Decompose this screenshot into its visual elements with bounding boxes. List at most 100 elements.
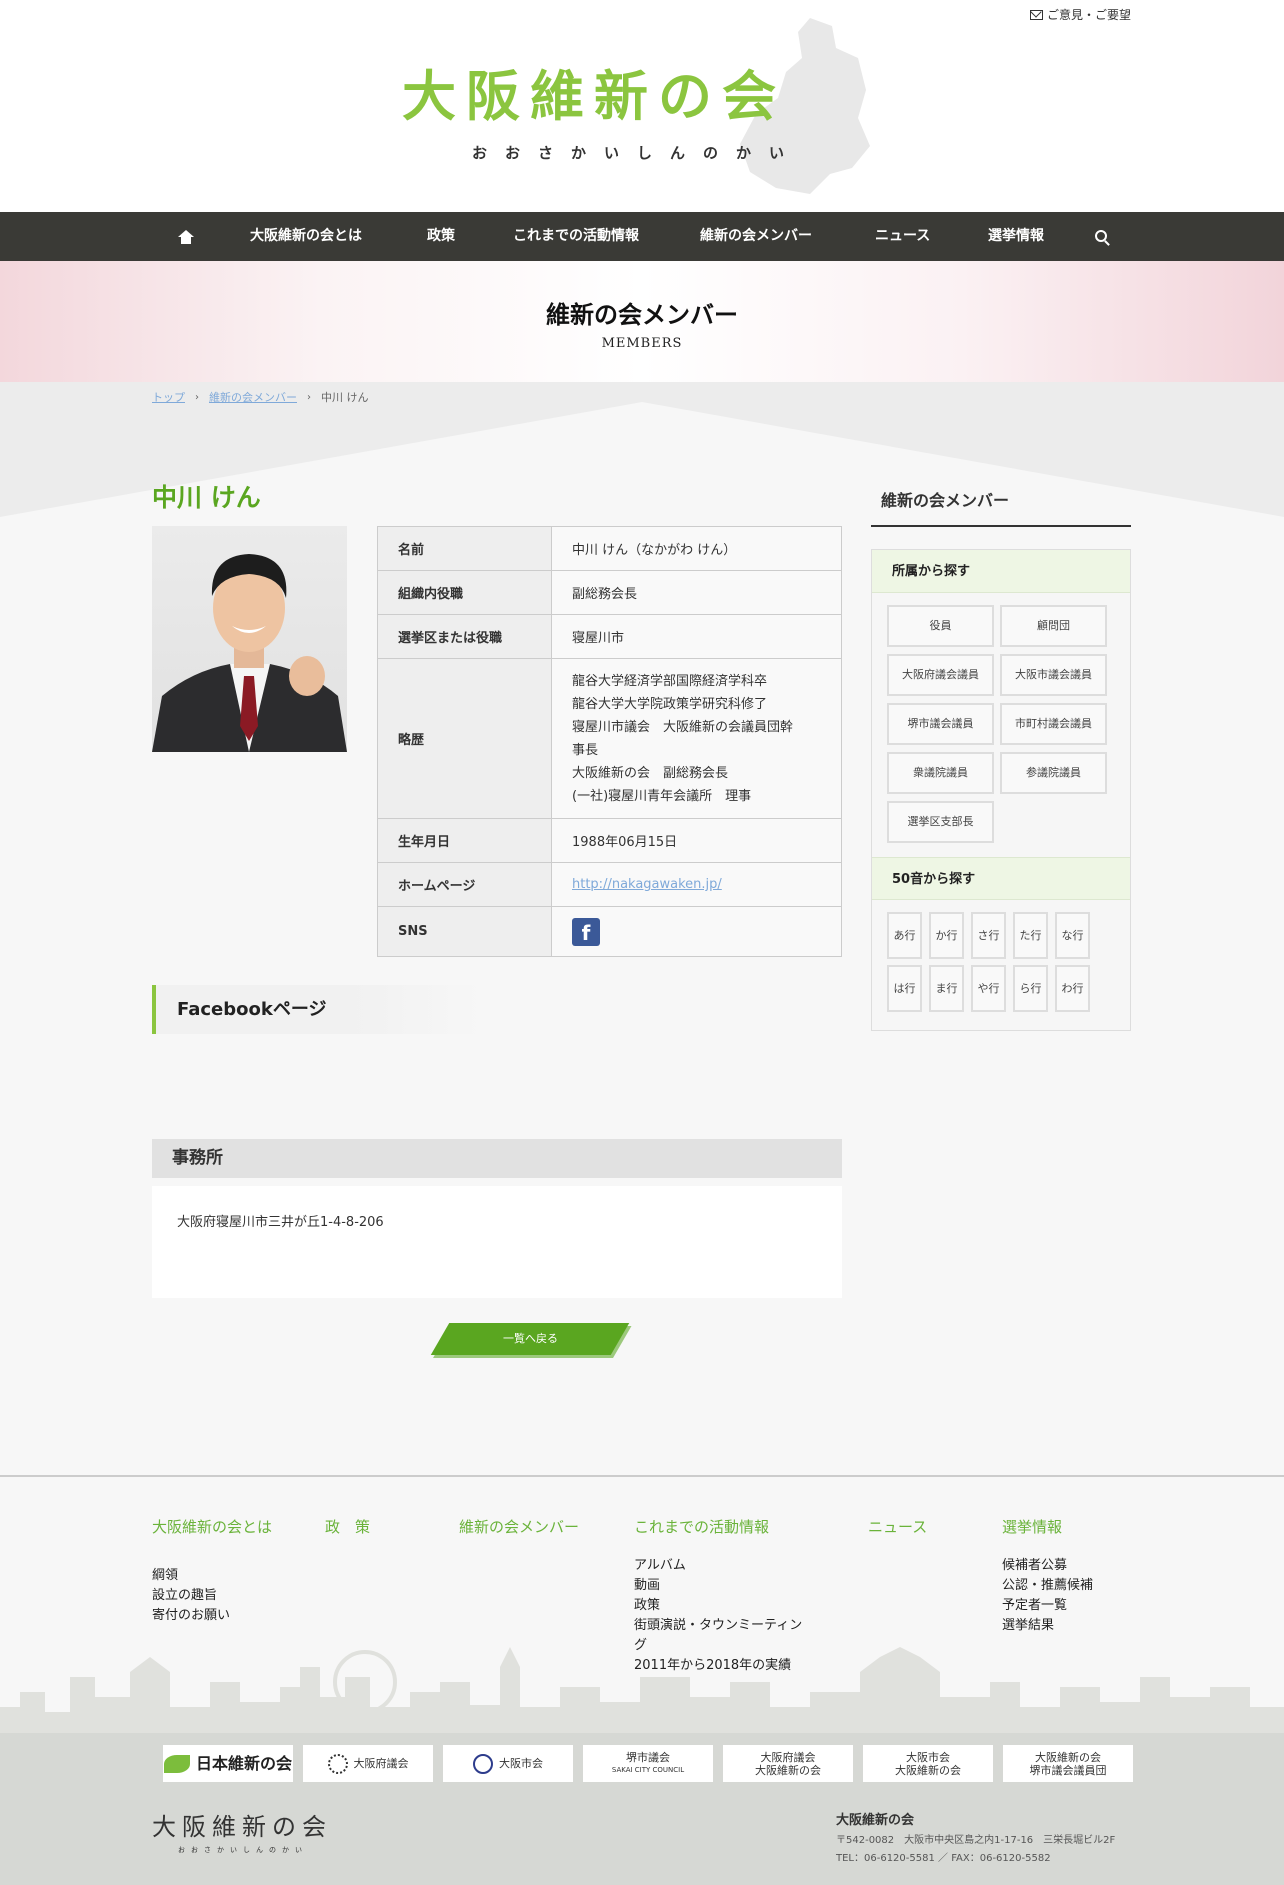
member-name: 中川 けん xyxy=(152,483,261,512)
footer-logo[interactable]: 大阪維新の会 おおさかいしんのかい xyxy=(152,1807,332,1855)
banner-line2: 大阪維新の会 xyxy=(755,1763,821,1777)
footer-link[interactable]: 予定者一覧 xyxy=(1002,1596,1093,1616)
breadcrumb: トップ › 維新の会メンバー › 中川 けん xyxy=(152,389,369,405)
kana-button[interactable]: ら行 xyxy=(1013,965,1048,1012)
affiliation-button[interactable]: 衆議院議員 xyxy=(887,752,994,794)
footer-col-news: ニュース xyxy=(868,1517,927,1538)
banner-line2: 堺市議会議員団 xyxy=(1029,1763,1107,1777)
home-icon xyxy=(178,230,194,244)
banner-osaka-pref[interactable]: 大阪府議会 xyxy=(303,1745,433,1782)
kana-button[interactable]: た行 xyxy=(1013,912,1048,959)
footer-link[interactable]: 綱領 xyxy=(152,1566,272,1586)
kana-button[interactable]: は行 xyxy=(887,965,922,1012)
site-logo[interactable]: 大阪維新の会 おおさかいしんのかい xyxy=(402,70,802,163)
office-body: 大阪府寝屋川市三井が丘1-4-8-206 xyxy=(152,1186,842,1298)
footer-col-members: 維新の会メンバー xyxy=(459,1517,579,1538)
kana-button[interactable]: か行 xyxy=(929,912,964,959)
footer-link[interactable]: 動画 xyxy=(634,1576,814,1596)
affiliation-button[interactable]: 大阪府議会議員 xyxy=(887,654,994,696)
footer-col-title[interactable]: ニュース xyxy=(868,1517,927,1538)
table-row: 生年月日 1988年06月15日 xyxy=(377,818,842,863)
footer-col-about: 大阪維新の会とは 綱領 設立の趣旨 寄付のお願い xyxy=(152,1517,272,1626)
leaf-logo-icon xyxy=(163,1754,190,1773)
banner-label: 大阪市会 xyxy=(499,1757,543,1770)
kana-button[interactable]: あ行 xyxy=(887,912,922,959)
banner-sakai-council[interactable]: 堺市議会 SAKAI CITY COUNCIL xyxy=(583,1745,713,1782)
footer-link[interactable]: 寄付のお願い xyxy=(152,1606,272,1626)
footer-link[interactable]: 候補者公募 xyxy=(1002,1556,1093,1576)
nav-item-about[interactable]: 大阪維新の会とは xyxy=(250,212,362,261)
footer-col-title[interactable]: 維新の会メンバー xyxy=(459,1517,579,1538)
nav-home[interactable] xyxy=(178,227,198,245)
kana-button[interactable]: さ行 xyxy=(971,912,1006,959)
table-row: 選挙区または役職 寝屋川市 xyxy=(377,614,842,659)
banner-sakai-ishin[interactable]: 大阪維新の会 堺市議会議員団 xyxy=(1003,1745,1133,1782)
nav-item-activities[interactable]: これまでの活動情報 xyxy=(513,212,639,261)
contact-label: ご意見・ご要望 xyxy=(1047,8,1132,22)
footer-link[interactable]: 2011年から2018年の実績 xyxy=(634,1656,814,1676)
footer-link[interactable]: アルバム xyxy=(634,1556,814,1576)
career-line: 龍谷大学経済学部国際経済学科卒 xyxy=(572,673,768,689)
contact-link[interactable]: ご意見・ご要望 xyxy=(1030,6,1131,23)
affiliation-button[interactable]: 市町村議会議員 xyxy=(1000,703,1107,745)
career-line: 龍谷大学大学院政策学研究科修了 xyxy=(572,696,768,712)
footer-link[interactable]: 公認・推薦候補 xyxy=(1002,1576,1093,1596)
page-title: 維新の会メンバー xyxy=(546,301,738,329)
affiliation-button[interactable]: 顧問団 xyxy=(1000,605,1107,647)
nav-item-members[interactable]: 維新の会メンバー xyxy=(700,212,812,261)
affiliation-button[interactable]: 大阪市議会議員 xyxy=(1000,654,1107,696)
nav-item-election[interactable]: 選挙情報 xyxy=(988,212,1044,261)
banner-line1: 堺市議会 xyxy=(626,1750,670,1764)
footer-col-title[interactable]: 大阪維新の会とは xyxy=(152,1517,272,1538)
breadcrumb-top[interactable]: トップ xyxy=(152,389,185,405)
nav-search[interactable] xyxy=(1095,230,1107,244)
kana-button[interactable]: ま行 xyxy=(929,965,964,1012)
envelope-icon xyxy=(1030,9,1043,20)
row-label-birthday: 生年月日 xyxy=(377,818,552,863)
back-button-label: 一覧へ戻る xyxy=(502,1332,558,1345)
banner-city-ishin[interactable]: 大阪市会 大阪維新の会 xyxy=(863,1745,993,1782)
row-label-career: 略歴 xyxy=(377,658,552,819)
footer-link[interactable]: 政策 xyxy=(634,1596,814,1616)
row-value-career: 龍谷大学経済学部国際経済学科卒 龍谷大学大学院政策学研究科修了 寝屋川市議会 大… xyxy=(551,658,842,819)
banner-osaka-city[interactable]: 大阪市会 xyxy=(443,1745,573,1782)
affiliation-button[interactable]: 役員 xyxy=(887,605,994,647)
footer-link[interactable]: 選挙結果 xyxy=(1002,1616,1093,1636)
career-line: 事長 xyxy=(572,742,599,758)
affiliation-button[interactable]: 堺市議会議員 xyxy=(887,703,994,745)
breadcrumb-members[interactable]: 維新の会メンバー xyxy=(209,389,297,405)
banner-label: 大阪府議会 xyxy=(353,1757,409,1770)
footer-address-block: 大阪維新の会 〒542-0082 大阪市中央区島之内1-17-16 三栄長堀ビル… xyxy=(836,1812,1115,1868)
site-header: ご意見・ご要望 大阪維新の会 おおさかいしんのかい xyxy=(0,0,1284,212)
footer-col-title[interactable]: 政 策 xyxy=(325,1517,370,1538)
footer-address: 〒542-0082 大阪市中央区島之内1-17-16 三栄長堀ビル2F xyxy=(836,1835,1116,1846)
footer-link[interactable]: 街頭演説・タウンミーティング xyxy=(634,1616,814,1656)
footer-col-title[interactable]: これまでの活動情報 xyxy=(634,1517,814,1538)
breadcrumb-current: 中川 けん xyxy=(321,391,369,404)
kana-button[interactable]: や行 xyxy=(971,965,1006,1012)
affiliation-heading: 所属から探す xyxy=(872,550,1130,593)
page-title-band: 維新の会メンバー MEMBERS xyxy=(0,261,1284,382)
kana-button[interactable]: わ行 xyxy=(1055,965,1090,1012)
nav-item-policy[interactable]: 政策 xyxy=(427,212,455,261)
row-value-birthday: 1988年06月15日 xyxy=(551,818,842,863)
facebook-icon[interactable]: f xyxy=(572,917,600,946)
footer-col-title[interactable]: 選挙情報 xyxy=(1002,1517,1093,1538)
nav-item-news[interactable]: ニュース xyxy=(875,212,930,261)
table-row: 組織内役職 副総務会長 xyxy=(377,570,842,615)
back-to-list-button[interactable]: 一覧へ戻る xyxy=(430,1323,630,1355)
office-heading: 事務所 xyxy=(152,1139,842,1178)
banner-nihon-ishin[interactable]: 日本維新の会 xyxy=(163,1745,293,1782)
partner-banners: 日本維新の会 大阪府議会 大阪市会 堺市議会 SAKAI CITY COUNCI… xyxy=(163,1745,1133,1782)
banner-pref-ishin[interactable]: 大阪府議会 大阪維新の会 xyxy=(723,1745,853,1782)
affiliation-button[interactable]: 参議院議員 xyxy=(1000,752,1107,794)
row-value-position: 副総務会長 xyxy=(551,570,842,615)
affiliation-button[interactable]: 選挙区支部長 xyxy=(887,801,994,843)
kana-button[interactable]: な行 xyxy=(1055,912,1090,959)
footer-link[interactable]: 設立の趣旨 xyxy=(152,1586,272,1606)
banner-line1: 大阪市会 xyxy=(906,1750,950,1764)
member-photo xyxy=(152,526,347,752)
homepage-link[interactable]: http://nakagawaken.jp/ xyxy=(572,877,722,892)
affiliation-buttons: 役員 顧問団 大阪府議会議員 大阪市議会議員 堺市議会議員 市町村議会議員 衆議… xyxy=(872,593,1130,847)
row-label-position: 組織内役職 xyxy=(377,570,552,615)
